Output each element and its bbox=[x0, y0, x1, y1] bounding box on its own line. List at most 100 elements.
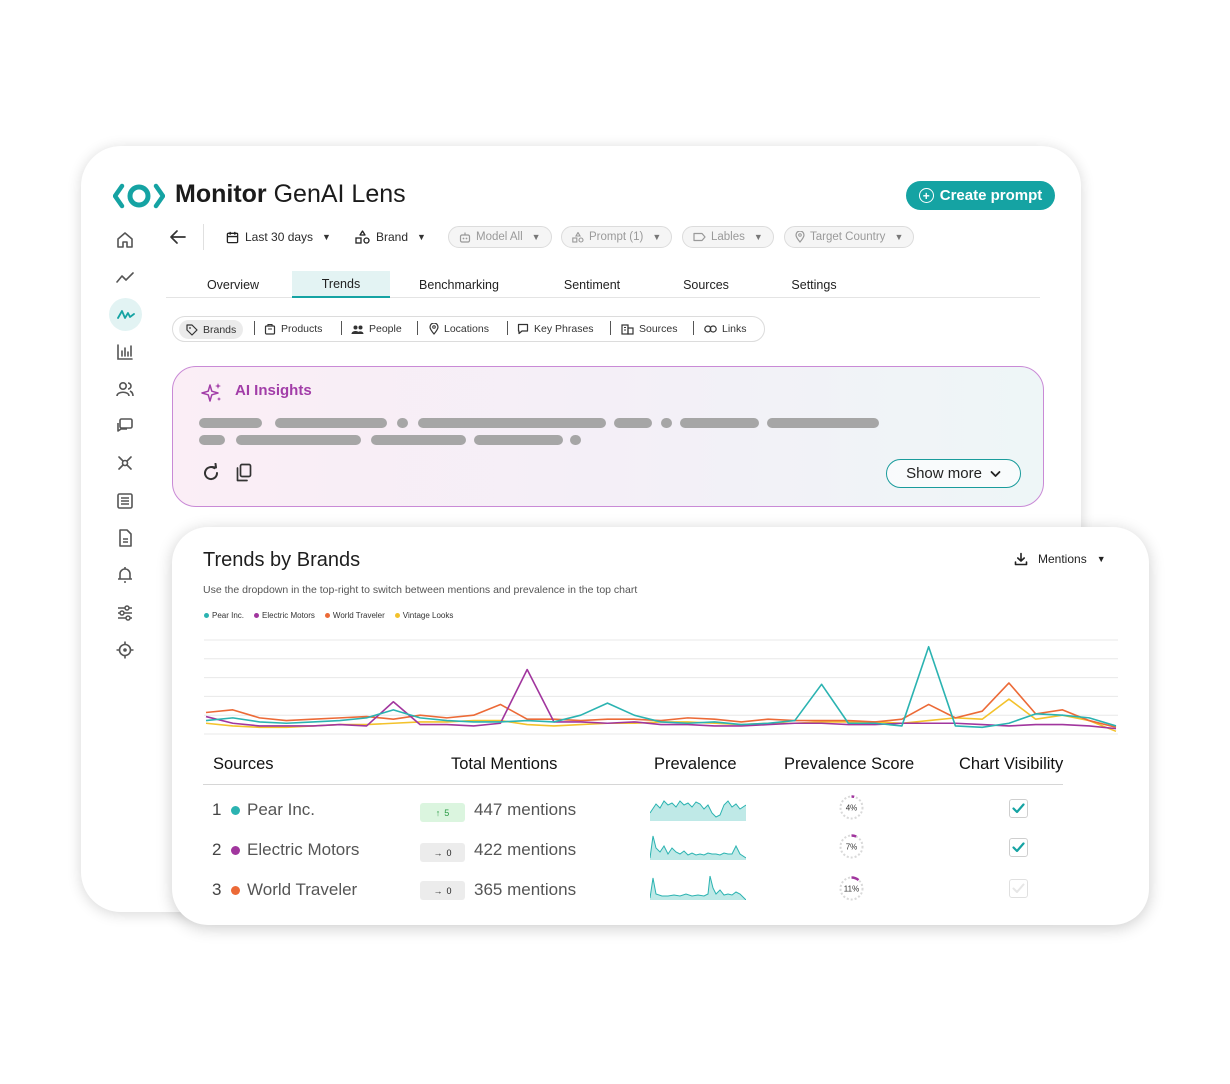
activity-icon[interactable] bbox=[109, 298, 142, 331]
trend-line-icon[interactable] bbox=[112, 265, 138, 291]
caret-down-icon: ▼ bbox=[417, 232, 426, 242]
sliders-icon[interactable] bbox=[112, 600, 138, 626]
create-prompt-button[interactable]: + Create prompt bbox=[906, 181, 1055, 210]
loading-placeholder bbox=[199, 418, 262, 428]
home-icon[interactable] bbox=[112, 227, 138, 253]
entity-sources[interactable]: Sources bbox=[621, 316, 678, 342]
delta-badge: ↑ 5 bbox=[420, 803, 465, 822]
list-doc-icon[interactable] bbox=[112, 488, 138, 514]
visibility-checkbox[interactable] bbox=[1009, 879, 1028, 898]
col-header-prevalence-score[interactable]: Prevalence Score bbox=[784, 755, 914, 774]
mentions-dropdown[interactable]: Mentions ▼ bbox=[1014, 552, 1106, 566]
mentions-dropdown-label: Mentions bbox=[1038, 552, 1087, 566]
prevalence-score-ring: 7% bbox=[839, 834, 864, 859]
entity-links[interactable]: Links bbox=[704, 316, 747, 342]
label-icon bbox=[693, 232, 706, 242]
tab-sources[interactable]: Sources bbox=[672, 271, 740, 298]
entity-separator bbox=[507, 321, 508, 335]
trend-chart bbox=[204, 639, 1118, 735]
legend-item[interactable]: Vintage Looks bbox=[394, 611, 454, 620]
entity-products[interactable]: Products bbox=[264, 316, 322, 342]
col-header-prevalence[interactable]: Prevalence bbox=[654, 755, 737, 774]
entity-key-phrases[interactable]: Key Phrases bbox=[517, 316, 594, 342]
bar-chart-icon[interactable] bbox=[112, 339, 138, 365]
tab-settings[interactable]: Settings bbox=[780, 271, 848, 298]
bell-icon[interactable] bbox=[112, 562, 138, 588]
row-mentions: 422 mentions bbox=[474, 840, 577, 859]
users-icon[interactable] bbox=[112, 376, 138, 402]
tag-icon bbox=[186, 323, 198, 336]
caret-down-icon: ▼ bbox=[753, 232, 763, 242]
network-icon[interactable] bbox=[112, 450, 138, 476]
filter-divider bbox=[203, 224, 204, 250]
entity-people[interactable]: People bbox=[351, 316, 402, 342]
date-filter[interactable]: Last 30 days ▼ bbox=[226, 226, 331, 248]
delta-badge: → 0 bbox=[420, 881, 465, 900]
check-icon bbox=[1012, 842, 1025, 853]
entity-label: Key Phrases bbox=[534, 323, 594, 335]
brand-color-dot bbox=[231, 886, 240, 895]
visibility-checkbox[interactable] bbox=[1009, 799, 1028, 818]
tab-benchmarking[interactable]: Benchmarking bbox=[408, 271, 510, 298]
score-label: 4% bbox=[846, 804, 858, 813]
tab-sentiment[interactable]: Sentiment bbox=[552, 271, 632, 298]
entity-label: Sources bbox=[639, 323, 678, 335]
row-rank: 2 bbox=[212, 840, 222, 859]
prompt-filter[interactable]: Prompt (1) ▼ bbox=[561, 226, 673, 248]
download-icon bbox=[1014, 552, 1028, 566]
country-filter[interactable]: Target Country ▼ bbox=[784, 226, 915, 248]
entity-label: Products bbox=[281, 323, 323, 335]
entity-label: Links bbox=[722, 323, 747, 335]
row-brand-name: Pear Inc. bbox=[247, 800, 316, 819]
legend-item[interactable]: Pear Inc. bbox=[204, 611, 244, 620]
location-pin-icon bbox=[429, 323, 439, 335]
legend-item[interactable]: World Traveler bbox=[324, 611, 385, 620]
legend-label: Pear Inc. bbox=[212, 611, 245, 620]
chat-icon[interactable] bbox=[112, 413, 138, 439]
row-mentions: 447 mentions bbox=[474, 800, 577, 819]
entity-label: Brands bbox=[203, 323, 237, 336]
brand-filter[interactable]: Brand ▼ bbox=[355, 226, 426, 248]
legend-item[interactable]: Electric Motors bbox=[254, 611, 315, 620]
entity-label: Locations bbox=[444, 323, 489, 335]
robot-icon bbox=[459, 232, 471, 243]
tab-trends[interactable]: Trends bbox=[292, 271, 390, 298]
link-icon bbox=[704, 325, 717, 333]
loading-placeholder bbox=[680, 418, 759, 428]
prevalence-sparkline bbox=[650, 875, 746, 900]
tab-overview[interactable]: Overview bbox=[197, 271, 269, 298]
back-arrow-icon[interactable] bbox=[168, 228, 188, 246]
entity-locations[interactable]: Locations bbox=[429, 316, 489, 342]
entity-brands[interactable]: Brands bbox=[179, 320, 244, 339]
entity-separator bbox=[417, 321, 418, 335]
copy-icon[interactable] bbox=[235, 463, 253, 483]
entity-label: People bbox=[369, 323, 402, 335]
loading-placeholder bbox=[570, 435, 581, 445]
ai-insights-title: AI Insights bbox=[235, 382, 312, 399]
check-icon bbox=[1012, 803, 1025, 814]
loading-placeholder bbox=[236, 435, 361, 445]
row-brand-name: Electric Motors bbox=[247, 840, 360, 859]
arrow-up-icon: ↑ bbox=[435, 807, 441, 818]
refresh-icon[interactable] bbox=[201, 463, 221, 483]
calendar-icon bbox=[226, 231, 239, 243]
legend-label: Vintage Looks bbox=[402, 611, 454, 620]
labels-filter[interactable]: Lables ▼ bbox=[682, 226, 774, 248]
legend-label: World Traveler bbox=[332, 611, 385, 620]
delta-value: 5 bbox=[444, 807, 450, 818]
col-header-sources[interactable]: Sources bbox=[213, 755, 274, 774]
col-header-chart-visibility[interactable]: Chart Visibility bbox=[959, 755, 1063, 774]
brand-color-dot bbox=[231, 846, 240, 855]
show-more-button[interactable]: Show more bbox=[886, 459, 1021, 488]
check-icon bbox=[1012, 883, 1025, 893]
visibility-checkbox[interactable] bbox=[1009, 838, 1028, 857]
plus-circle-icon: + bbox=[918, 188, 934, 203]
col-header-total-mentions[interactable]: Total Mentions bbox=[451, 755, 557, 774]
model-filter[interactable]: Model All ▼ bbox=[448, 226, 552, 248]
document-icon[interactable] bbox=[112, 525, 138, 551]
labels-filter-label: Lables bbox=[711, 231, 745, 243]
delta-value: 0 bbox=[446, 847, 452, 858]
gear-icon[interactable] bbox=[112, 637, 138, 663]
shapes-icon bbox=[572, 231, 584, 243]
page-title: Monitor GenAI Lens bbox=[175, 180, 406, 209]
